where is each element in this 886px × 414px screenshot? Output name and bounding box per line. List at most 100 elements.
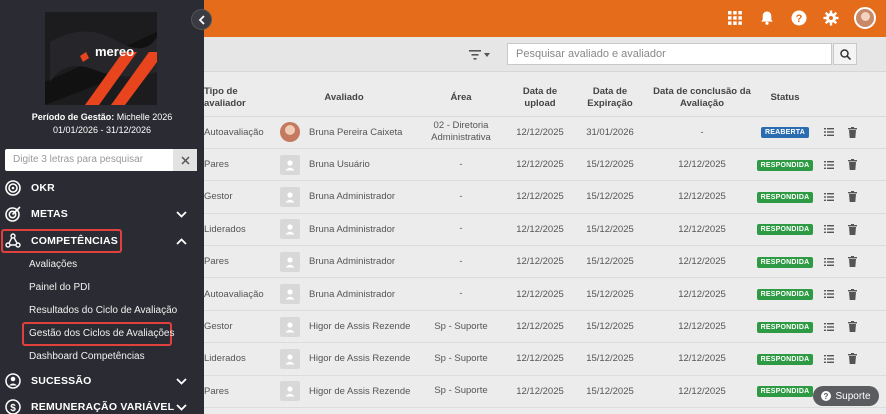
submenu-painel-pdi[interactable]: Painel do PDI (29, 282, 90, 293)
search-icon (839, 48, 851, 60)
status-badge: RESPONDIDA (756, 321, 814, 333)
cell-actions (814, 148, 886, 182)
status-badge: RESPONDIDA (756, 289, 814, 301)
cell-upload: 12/12/2025 (508, 148, 572, 182)
cell-avaliado: Bruna Administrador (274, 213, 414, 247)
trash-icon[interactable] (847, 353, 857, 365)
table-row: Pares Bruna Usuário -12/12/2025 15/12/2025 1… (204, 148, 886, 182)
cell-conclusao: 12/12/2025 (648, 180, 756, 214)
filter-button[interactable] (469, 48, 491, 62)
avaliado-name: Bruna Pereira Caixeta (309, 126, 403, 138)
cell-avaliado: Higor de Assis Rezende (274, 310, 414, 344)
status-badge: RESPONDIDA (756, 353, 814, 365)
cell-status: REABERTA (756, 116, 814, 149)
cell-tipo: Autoavaliação (204, 277, 274, 311)
trash-icon[interactable] (847, 256, 857, 268)
period-range: 01/01/2026 - 31/12/2026 (52, 125, 152, 135)
cell-status: RESPONDIDA (756, 148, 814, 182)
svg-text:?: ? (796, 13, 803, 25)
search-input[interactable]: Pesquisar avaliado e avaliador (507, 43, 832, 65)
menu-label-okr: OKR (31, 182, 55, 194)
trash-icon[interactable] (847, 191, 857, 203)
submenu-gestao-ciclos[interactable]: Gestão dos Ciclos de Avaliações (29, 328, 174, 339)
menu-item-competencias[interactable]: COMPETÊNCIAS (0, 230, 204, 252)
user-placeholder-icon (280, 284, 300, 305)
chevron-down-icon (175, 401, 187, 413)
header-tipo: Tipo de avaliador (204, 80, 274, 117)
header-status: Status (756, 80, 814, 117)
status-badge: RESPONDIDA (756, 386, 814, 398)
cell-expiracao: 31/01/2026 (572, 116, 648, 149)
period-name: Michelle 2026 (116, 112, 173, 122)
trash-icon[interactable] (847, 288, 857, 300)
list-icon[interactable] (824, 354, 834, 364)
list-icon[interactable] (824, 289, 834, 299)
cell-conclusao: 12/12/2025 (648, 310, 756, 344)
dollar-icon: $ (5, 399, 21, 414)
sidebar-search-placeholder: Digite 3 letras para pesquisar (13, 154, 144, 165)
status-badge: RESPONDIDA (756, 224, 814, 236)
cell-tipo: Liderados (204, 342, 274, 376)
user-placeholder-icon (280, 154, 300, 175)
cell-tipo: Gestor (204, 180, 274, 214)
cell-avaliado: Bruna Administrador (274, 245, 414, 279)
cell-conclusao: 12/12/2025 (648, 213, 756, 247)
submenu-resultados[interactable]: Resultados do Ciclo de Avaliação (29, 305, 177, 316)
menu-item-metas[interactable]: METAS (0, 203, 204, 225)
clear-search-button[interactable] (173, 149, 197, 171)
status-badge: RESPONDIDA (756, 256, 814, 268)
cell-status: RESPONDIDA (756, 342, 814, 376)
cell-avaliado: Bruna Usuário (274, 148, 414, 182)
help-icon[interactable]: ? (790, 9, 808, 27)
chevron-down-icon (175, 208, 187, 220)
menu-item-okr[interactable]: OKR (0, 177, 204, 199)
apps-grid-icon[interactable] (726, 9, 744, 27)
avaliado-name: Bruna Administrador (309, 223, 396, 235)
collapse-sidebar-button[interactable] (191, 9, 212, 30)
chevron-up-icon (175, 235, 187, 247)
cell-area: Sp - Suporte (414, 375, 508, 409)
trash-icon[interactable] (847, 223, 857, 235)
list-icon[interactable] (824, 192, 834, 202)
succession-icon (5, 373, 21, 389)
trash-icon[interactable] (847, 321, 857, 333)
header-actions (814, 80, 886, 117)
sidebar-search-input[interactable]: Digite 3 letras para pesquisar (5, 149, 197, 171)
cell-tipo: Pares (204, 245, 274, 279)
list-icon[interactable] (824, 160, 834, 170)
user-avatar[interactable] (854, 7, 876, 29)
avaliado-name: Bruna Administrador (309, 191, 396, 203)
submenu-avaliacoes[interactable]: Avaliações (29, 259, 77, 270)
menu-item-remuneracao[interactable]: $ REMUNERAÇÃO VARIÁVEL (0, 396, 204, 414)
trash-icon[interactable] (847, 126, 857, 138)
target-icon (5, 180, 21, 196)
menu-item-sucessao[interactable]: SUCESSÃO (0, 370, 204, 392)
cell-upload: 12/12/2025 (508, 310, 572, 344)
cell-status: RESPONDIDA (756, 213, 814, 247)
cell-actions (814, 245, 886, 279)
list-icon[interactable] (824, 127, 834, 137)
cell-tipo: Liderados (204, 213, 274, 247)
trash-icon[interactable] (847, 159, 857, 171)
list-icon[interactable] (824, 257, 834, 267)
submenu-dashboard[interactable]: Dashboard Competências (29, 351, 145, 362)
list-icon[interactable] (824, 322, 834, 332)
user-placeholder-icon (280, 381, 300, 402)
table-row: Pares Higor de Assis Rezende Sp - Suporte 1… (204, 375, 886, 409)
sidebar: mereo Período de Gestão: Michelle 2026 0… (0, 0, 212, 414)
support-button[interactable]: ? Suporte (813, 386, 879, 406)
bell-icon[interactable] (758, 9, 776, 27)
cell-actions (814, 116, 886, 149)
gear-icon[interactable] (822, 9, 840, 27)
avaliado-name: Bruna Usuário (309, 159, 370, 171)
search-button[interactable] (833, 43, 857, 65)
table-row: Gestor Higor de Assis Rezende Sp - Suporte… (204, 310, 886, 344)
header-avaliado: Avaliado (274, 80, 414, 117)
cell-actions (814, 277, 886, 311)
svg-text:?: ? (824, 392, 829, 401)
header-expiracao: Data de Expiração (572, 80, 648, 117)
cell-expiracao: 15/12/2025 (572, 277, 648, 311)
company-logo: mereo (45, 12, 157, 105)
list-icon[interactable] (824, 224, 834, 234)
cell-upload: 12/12/2025 (508, 213, 572, 247)
